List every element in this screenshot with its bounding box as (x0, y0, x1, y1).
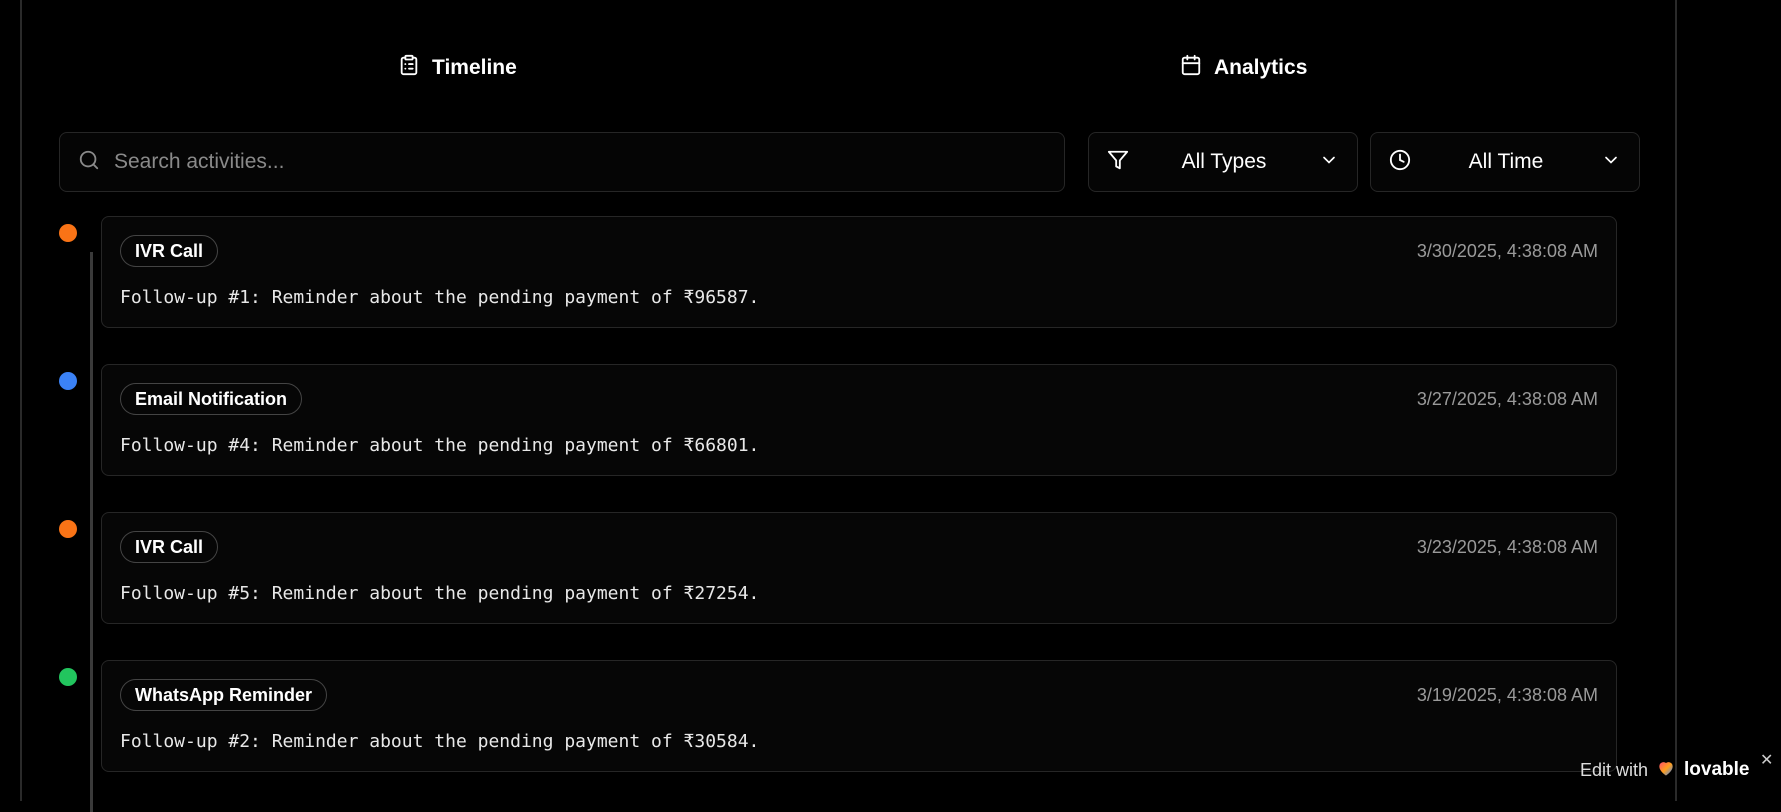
badge-prefix: Edit with (1580, 759, 1649, 780)
activity-message: Follow-up #2: Reminder about the pending… (120, 731, 760, 752)
time-filter-select[interactable]: All Time (1370, 132, 1640, 192)
activity-timestamp: 3/19/2025, 4:38:08 AM (1416, 685, 1598, 705)
timeline-dot (59, 372, 77, 390)
heart-icon (1656, 758, 1676, 783)
type-filter-select[interactable]: All Types (1088, 132, 1358, 192)
search-icon (78, 149, 100, 176)
activity-card[interactable]: Email Notification 3/27/2025, 4:38:08 AM F… (101, 364, 1617, 476)
activity-message: Follow-up #4: Reminder about the pending… (120, 435, 760, 456)
main-panel: Timeline Analytics All Types (20, 0, 1679, 812)
search-input[interactable] (114, 150, 1014, 174)
time-filter-value: All Time (1468, 150, 1544, 173)
close-icon[interactable]: ✕ (1760, 750, 1773, 770)
tab-timeline-label: Timeline (432, 56, 517, 79)
timeline-dot (59, 224, 77, 242)
timeline-line (90, 252, 93, 812)
chevron-down-icon (1601, 150, 1621, 175)
activity-timestamp: 3/27/2025, 4:38:08 AM (1416, 389, 1598, 409)
timeline-dot (59, 520, 77, 538)
chevron-down-icon (1319, 150, 1339, 175)
clock-icon (1389, 149, 1411, 176)
lovable-logo-text: lovable (1684, 759, 1750, 780)
search-box (59, 132, 1065, 192)
edit-with-lovable-badge[interactable]: Edit with lovable (1580, 750, 1750, 790)
activity-message: Follow-up #5: Reminder about the pending… (120, 583, 760, 604)
activity-message: Follow-up #1: Reminder about the pending… (120, 287, 760, 308)
activity-type-badge: IVR Call (120, 531, 219, 563)
activity-card[interactable]: IVR Call 3/23/2025, 4:38:08 AM Follow-up #… (101, 512, 1617, 624)
activity-card[interactable]: IVR Call 3/30/2025, 4:38:08 AM Follow-up #… (101, 216, 1617, 328)
clipboard-list-icon (398, 54, 420, 82)
tab-timeline[interactable]: Timeline (398, 44, 517, 92)
activity-type-badge: Email Notification (120, 383, 303, 415)
timeline-dot (59, 668, 77, 686)
activity-timestamp: 3/30/2025, 4:38:08 AM (1416, 241, 1598, 261)
activity-type-badge: IVR Call (120, 235, 219, 267)
activity-timestamp: 3/23/2025, 4:38:08 AM (1416, 537, 1598, 557)
tab-analytics-label: Analytics (1214, 56, 1308, 79)
calendar-icon (1180, 54, 1202, 82)
activity-type-badge: WhatsApp Reminder (120, 679, 328, 711)
tab-bar: Timeline Analytics (22, 44, 1679, 92)
type-filter-value: All Types (1181, 150, 1267, 173)
activity-card[interactable]: WhatsApp Reminder 3/19/2025, 4:38:08 AM Fo… (101, 660, 1617, 772)
tab-analytics[interactable]: Analytics (1180, 44, 1307, 92)
filter-icon (1107, 149, 1129, 176)
